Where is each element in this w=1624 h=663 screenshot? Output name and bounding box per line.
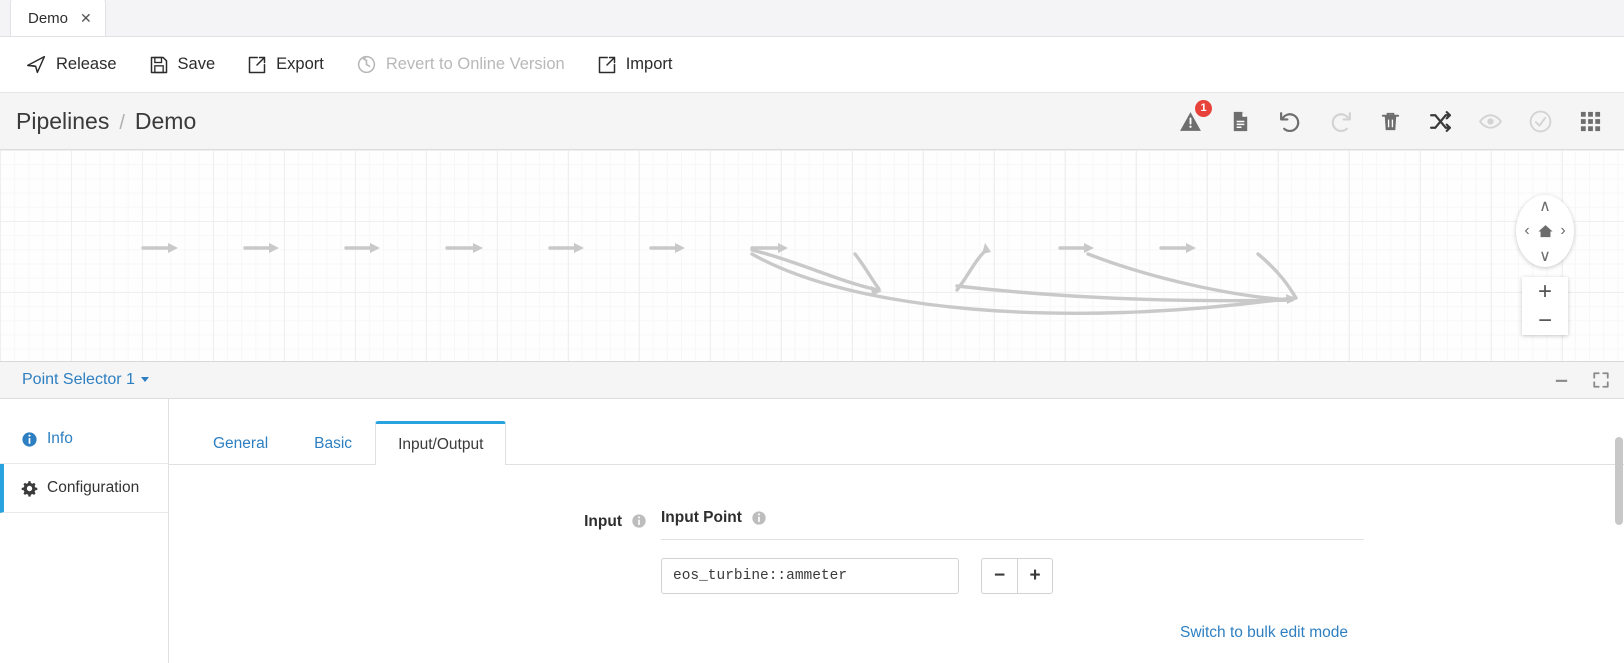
input-point-row: − + bbox=[661, 540, 1364, 594]
document-tab-strip: Demo ✕ bbox=[0, 0, 1624, 37]
info-icon[interactable] bbox=[751, 510, 767, 526]
home-icon[interactable] bbox=[1536, 222, 1554, 240]
revert-clock-icon bbox=[356, 54, 377, 75]
pipeline-canvas[interactable]: EDH KafkaConsumer User 1 Point Selector … bbox=[0, 150, 1624, 362]
trash-icon[interactable] bbox=[1376, 107, 1404, 135]
input-point-field-group: Input Point − + Switch bbox=[661, 509, 1624, 642]
pipeline-edges bbox=[0, 150, 1624, 362]
import-button[interactable]: Import bbox=[597, 49, 687, 81]
property-panel-header-tools bbox=[1553, 371, 1610, 389]
property-panel-main: General Basic Input/Output Input Input P… bbox=[169, 399, 1624, 663]
property-panel-header: Point Selector 1 bbox=[0, 362, 1624, 399]
info-icon[interactable] bbox=[631, 513, 647, 529]
input-point-stepper: − + bbox=[981, 558, 1053, 594]
info-icon bbox=[21, 431, 38, 448]
property-panel-body: Info Configuration General Basic Input/O… bbox=[0, 399, 1624, 663]
import-icon bbox=[597, 55, 617, 75]
document-icon[interactable] bbox=[1226, 107, 1254, 135]
export-label: Export bbox=[276, 55, 324, 74]
input-section-label: Input bbox=[584, 513, 622, 531]
action-toolbar: Release Save Export Revert to Online Ver… bbox=[0, 37, 1624, 93]
canvas-zoom-control[interactable]: + − bbox=[1522, 277, 1568, 335]
switch-to-bulk-edit-mode-link[interactable]: Switch to bulk edit mode bbox=[1180, 624, 1348, 642]
pan-left-icon[interactable]: ‹ bbox=[1519, 223, 1535, 239]
send-icon bbox=[26, 54, 47, 75]
pipeline-editor-app: Demo ✕ Release Save Export bbox=[0, 0, 1624, 663]
check-circle-icon bbox=[1526, 107, 1554, 135]
breadcrumb-bar: Pipelines / Demo 1 bbox=[0, 93, 1624, 150]
grid-apps-icon[interactable] bbox=[1576, 107, 1604, 135]
input-output-form: Input Input Point bbox=[169, 465, 1624, 642]
pan-up-icon[interactable]: ∧ bbox=[1537, 198, 1553, 214]
import-label: Import bbox=[626, 55, 673, 74]
breadcrumb-root[interactable]: Pipelines bbox=[16, 108, 109, 135]
zoom-in-button[interactable]: + bbox=[1522, 277, 1568, 306]
sidebar-item-info[interactable]: Info bbox=[0, 415, 168, 464]
warning-badge-count: 1 bbox=[1195, 100, 1212, 117]
gear-icon bbox=[21, 480, 38, 497]
document-tab-label: Demo bbox=[28, 10, 68, 27]
revert-label: Revert to Online Version bbox=[386, 55, 565, 74]
redo-icon bbox=[1326, 107, 1354, 135]
input-point-label: Input Point bbox=[661, 509, 742, 527]
breadcrumb-leaf: Demo bbox=[135, 108, 196, 135]
canvas-pan-control[interactable]: ∧ ‹ › ∨ bbox=[1516, 195, 1574, 267]
panel-vertical-scrollbar[interactable] bbox=[1615, 437, 1623, 525]
input-section-label-group: Input bbox=[169, 509, 661, 642]
tab-input-output[interactable]: Input/Output bbox=[375, 421, 506, 465]
chevron-down-icon[interactable] bbox=[141, 377, 149, 382]
revert-to-online-version-button: Revert to Online Version bbox=[356, 48, 579, 81]
warning-icon[interactable]: 1 bbox=[1176, 107, 1204, 135]
save-icon bbox=[149, 55, 169, 75]
minimize-icon[interactable] bbox=[1553, 372, 1570, 389]
breadcrumb: Pipelines / Demo bbox=[16, 108, 196, 135]
add-input-point-button[interactable]: + bbox=[1017, 558, 1053, 594]
property-panel-title-label: Point Selector 1 bbox=[22, 371, 135, 388]
sidebar-item-configuration[interactable]: Configuration bbox=[0, 464, 168, 513]
undo-icon[interactable] bbox=[1276, 107, 1304, 135]
property-tabs: General Basic Input/Output bbox=[169, 420, 1624, 465]
export-button[interactable]: Export bbox=[247, 49, 338, 81]
save-button[interactable]: Save bbox=[149, 49, 230, 81]
zoom-out-button[interactable]: − bbox=[1522, 306, 1568, 335]
property-panel-sidenav: Info Configuration bbox=[0, 399, 169, 663]
document-tab-demo[interactable]: Demo ✕ bbox=[10, 0, 106, 36]
close-icon[interactable]: ✕ bbox=[80, 11, 92, 25]
shuffle-icon[interactable] bbox=[1426, 107, 1454, 135]
sidebar-item-label: Configuration bbox=[47, 479, 139, 497]
release-label: Release bbox=[56, 55, 117, 74]
eye-icon bbox=[1476, 107, 1504, 135]
expand-icon[interactable] bbox=[1592, 371, 1610, 389]
tab-basic[interactable]: Basic bbox=[291, 421, 375, 465]
save-label: Save bbox=[178, 55, 216, 74]
remove-input-point-button[interactable]: − bbox=[981, 558, 1017, 594]
breadcrumb-tools: 1 bbox=[1176, 107, 1610, 135]
property-panel-title[interactable]: Point Selector 1 bbox=[22, 371, 149, 389]
pan-right-icon[interactable]: › bbox=[1555, 223, 1571, 239]
bulk-edit-row: Switch to bulk edit mode bbox=[661, 594, 1364, 642]
sidebar-item-label: Info bbox=[47, 430, 73, 448]
input-point-header: Input Point bbox=[661, 509, 1364, 539]
export-icon bbox=[247, 55, 267, 75]
breadcrumb-separator: / bbox=[119, 112, 125, 135]
tab-general[interactable]: General bbox=[190, 421, 291, 465]
release-button[interactable]: Release bbox=[26, 48, 131, 81]
input-point-field[interactable] bbox=[661, 558, 959, 594]
pan-down-icon[interactable]: ∨ bbox=[1537, 248, 1553, 264]
